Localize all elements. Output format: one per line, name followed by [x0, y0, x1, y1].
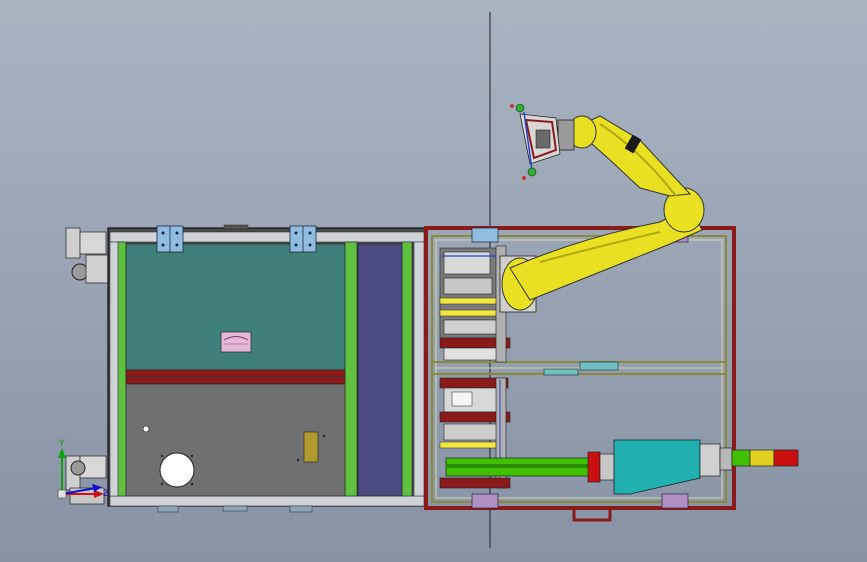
z-axis-label: Z — [103, 489, 109, 499]
gripper-icon — [510, 103, 561, 180]
hinge-icon — [289, 225, 317, 253]
fixture-stack — [439, 245, 511, 363]
tool-housing — [613, 439, 701, 495]
navy-side-panel — [357, 243, 403, 497]
left-cabinet[interactable] — [65, 224, 427, 513]
y-axis-label: Y — [58, 439, 65, 449]
cad-viewport[interactable]: Y Z — [0, 0, 867, 562]
caster-wheel-bottom-icon — [65, 455, 107, 505]
label-plate-icon — [220, 331, 252, 353]
robot-arm[interactable] — [499, 103, 705, 313]
caster-wheel-top-icon — [65, 227, 109, 284]
hinge-icon — [156, 225, 184, 253]
